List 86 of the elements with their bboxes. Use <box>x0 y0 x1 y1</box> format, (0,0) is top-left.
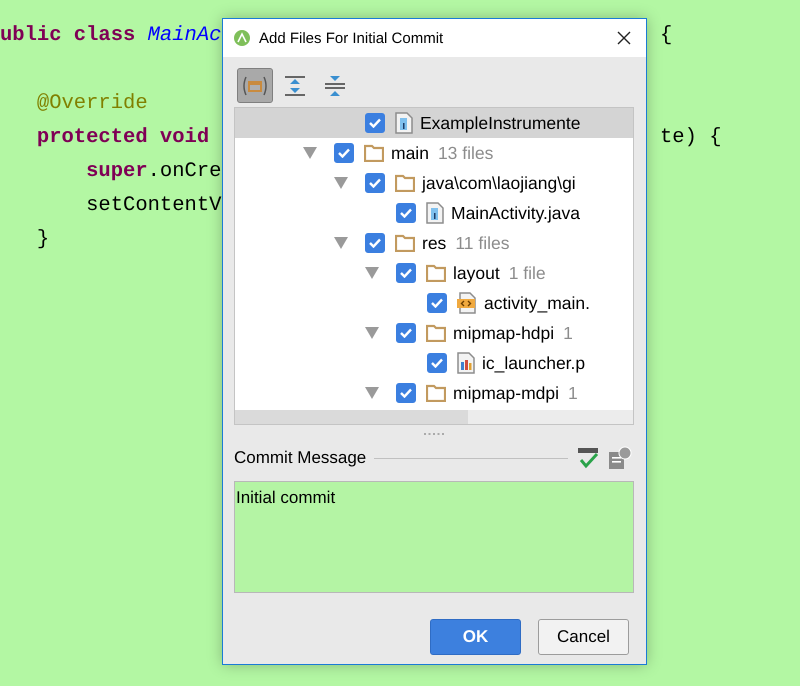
collapse-all-icon <box>324 74 346 96</box>
checkbox[interactable] <box>396 383 416 403</box>
checkmark-icon <box>431 298 443 308</box>
splitter-grip-icon[interactable] <box>424 432 446 436</box>
tree-row[interactable]: java\com\laojiang\gi <box>235 168 633 198</box>
tree-row[interactable]: layout 1 file <box>235 258 633 288</box>
tree-row[interactable]: main 13 files <box>235 138 633 168</box>
ok-button[interactable]: OK <box>430 619 521 655</box>
tree-row[interactable]: ic_launcher.p <box>235 348 633 378</box>
checkbox[interactable] <box>365 113 385 133</box>
tree-item-label: MainActivity.java <box>451 202 580 224</box>
checkbox[interactable] <box>396 263 416 283</box>
android-icon <box>233 29 251 47</box>
folder-icon <box>395 234 415 252</box>
folder-icon <box>426 384 446 402</box>
checkbox[interactable] <box>365 173 385 193</box>
expand-arrow-icon[interactable] <box>365 267 379 279</box>
toolbar-button[interactable] <box>237 68 273 103</box>
file-count: 1 <box>563 322 573 344</box>
code-token: { <box>659 24 672 46</box>
code-token: super <box>85 160 148 182</box>
expand-arrow-icon[interactable] <box>334 177 348 189</box>
tree-row[interactable]: MainActivity.java <box>235 198 633 228</box>
tree-row[interactable]: res 11 files <box>235 228 633 258</box>
expand-arrow-icon[interactable] <box>334 237 348 249</box>
code-token: .onCre <box>148 160 222 182</box>
code-token: } <box>36 228 50 250</box>
image-file-icon <box>457 352 475 374</box>
expand-arrow-icon[interactable] <box>365 387 379 399</box>
checkbox[interactable] <box>427 353 447 373</box>
checkmark-icon <box>431 358 443 368</box>
tree-row[interactable]: activity_main. <box>235 288 633 318</box>
tree-row[interactable]: ExampleInstrumente <box>235 108 633 138</box>
checkbox[interactable] <box>396 203 416 223</box>
spellcheck-icon[interactable] <box>576 446 600 470</box>
folder-icon <box>364 144 384 162</box>
close-icon <box>617 31 631 45</box>
tree-row[interactable]: mipmap-hdpi 1 <box>235 318 633 348</box>
checkmark-icon <box>369 118 381 128</box>
expand-arrow-icon[interactable] <box>303 147 317 159</box>
file-count: 1 file <box>508 262 546 284</box>
checkbox[interactable] <box>334 143 354 163</box>
tree-item-label: ExampleInstrumente <box>420 112 580 134</box>
checkmark-icon <box>338 148 350 158</box>
expand-arrow-icon[interactable] <box>365 327 379 339</box>
file-count: 1 <box>568 382 578 404</box>
tree-item-label: main <box>391 142 429 164</box>
java-file-icon <box>395 112 413 134</box>
folder-icon <box>395 174 415 192</box>
checkbox[interactable] <box>396 323 416 343</box>
window-title: Add Files For Initial Commit <box>259 30 444 46</box>
checkmark-icon <box>400 268 412 278</box>
tree-item-label: mipmap-hdpi <box>453 322 554 344</box>
code-token: te) { <box>659 126 722 148</box>
java-file-icon <box>426 202 444 224</box>
tree-item-label: ic_launcher.p <box>482 352 586 374</box>
file-count: 13 files <box>438 142 494 164</box>
tree-item-label: res <box>422 232 446 254</box>
code-token: MainAc <box>148 24 222 46</box>
code-token: setContentV <box>85 194 222 216</box>
code-token: @Override <box>36 92 148 114</box>
folder-icon <box>426 264 446 282</box>
code-token: protected void <box>36 126 210 148</box>
commit-history-icon[interactable] <box>608 446 632 470</box>
checkmark-icon <box>400 328 412 338</box>
group-by-folder-icon <box>242 74 268 96</box>
checkmark-icon <box>369 178 381 188</box>
tree-item-label: activity_main. <box>484 292 590 314</box>
xml-file-icon <box>457 292 477 314</box>
checkmark-icon <box>400 208 412 218</box>
folder-icon <box>426 324 446 342</box>
checkmark-icon <box>400 388 412 398</box>
file-count: 11 files <box>455 232 510 254</box>
tree-item-label: layout <box>453 262 500 284</box>
commit-message-label: Commit Message <box>234 448 366 468</box>
checkbox[interactable] <box>365 233 385 253</box>
code-token: ublic class <box>0 24 136 46</box>
checkbox[interactable] <box>427 293 447 313</box>
tree-item-label: mipmap-mdpi <box>453 382 559 404</box>
tree-row[interactable]: mipmap-mdpi 1 <box>235 378 633 408</box>
checkmark-icon <box>369 238 381 248</box>
tree-item-label: java\com\laojiang\gi <box>422 172 576 194</box>
expand-all-icon <box>284 74 306 96</box>
commit-message-field[interactable]: Initial commit <box>234 481 634 593</box>
scrollbar[interactable] <box>235 410 633 424</box>
cancel-button[interactable]: Cancel <box>538 619 629 655</box>
